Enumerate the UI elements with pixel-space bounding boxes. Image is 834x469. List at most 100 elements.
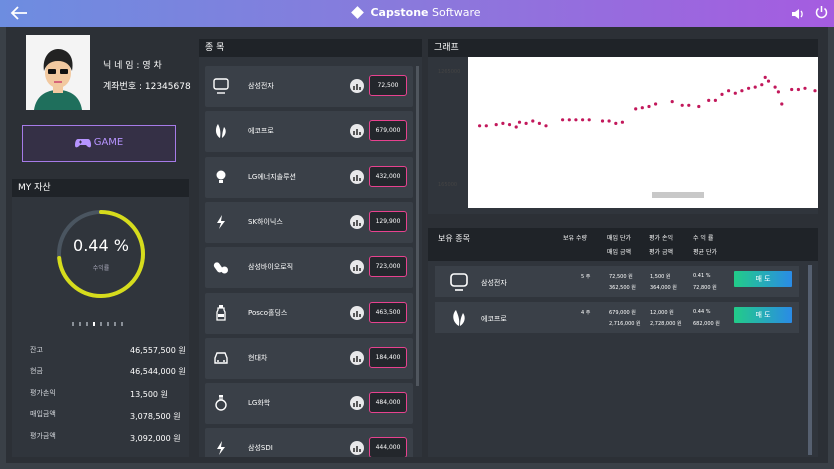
chart-point: [607, 119, 611, 123]
chart-point: [561, 118, 565, 122]
page-dot[interactable]: [100, 322, 102, 326]
stock-row[interactable]: 현대차 184,400: [205, 337, 413, 379]
chart-point: [634, 107, 638, 111]
col-avg-price: 평균 단가: [693, 249, 717, 256]
bottle-icon: [213, 304, 229, 321]
stock-price[interactable]: 463,500: [369, 301, 407, 323]
stock-list-header: 종 목: [199, 39, 422, 57]
stock-row[interactable]: 삼성전자 72,500: [205, 66, 413, 107]
volume-icon[interactable]: [791, 6, 805, 20]
stock-row[interactable]: 삼성SDI 444,000: [205, 428, 413, 457]
stock-price[interactable]: 129,900: [369, 210, 407, 232]
stock-row[interactable]: SK하이닉스 129,900: [205, 201, 413, 243]
my-assets-header: MY 자산: [12, 179, 189, 197]
badge-icon[interactable]: [350, 124, 364, 139]
page-dot[interactable]: [114, 322, 116, 326]
holding-qty: 4 주: [581, 310, 591, 316]
chart-point: [537, 121, 541, 125]
chart-point: [654, 102, 658, 106]
chart-point: [484, 124, 488, 128]
stock-row[interactable]: LG화학 484,000: [205, 383, 413, 425]
page-dot[interactable]: [121, 322, 123, 326]
chart-point: [544, 124, 548, 128]
stock-row[interactable]: 삼성바이오로직 723,000: [205, 247, 413, 289]
col-eval-amount: 평가 금액: [649, 249, 673, 256]
badge-icon[interactable]: [350, 79, 364, 93]
sell-button[interactable]: 매 도: [734, 271, 792, 287]
badge-icon[interactable]: [350, 260, 364, 275]
stock-price[interactable]: 679,000: [369, 120, 407, 142]
return-label: 수익률: [92, 265, 110, 272]
stock-list-panel: 종 목 삼성전자 72,500 에코프로 679,000 LG에너지솔루션 432,000…: [199, 39, 422, 457]
game-button[interactable]: GAME: [22, 125, 176, 162]
asset-label: 현금: [30, 367, 43, 375]
chart-point: [713, 98, 717, 102]
col-pl: 평가 손익: [649, 235, 673, 242]
stock-price[interactable]: 484,000: [369, 392, 407, 414]
chart-point: [687, 103, 691, 107]
page-dot[interactable]: [107, 322, 109, 326]
page-dot[interactable]: [79, 322, 81, 326]
holdings-scrollbar[interactable]: [808, 265, 812, 455]
holding-avg-price: 72,800 원: [693, 285, 717, 291]
holding-buy-amount: 2,716,000 원: [609, 321, 641, 327]
chart-svg: [478, 75, 834, 129]
chart-point: [766, 79, 771, 83]
chart-point: [776, 90, 780, 94]
badge-icon[interactable]: [350, 305, 364, 320]
stock-name: 삼성SDI: [248, 444, 273, 453]
holding-buy-price: 72,500 원: [609, 274, 633, 280]
stock-price[interactable]: 723,000: [369, 256, 407, 278]
holdings-title: 보유 종목: [438, 234, 470, 243]
chart-point: [600, 119, 605, 123]
chart-point: [587, 118, 591, 122]
chart-point: [514, 125, 518, 129]
chart-point: [531, 119, 535, 123]
stock-price[interactable]: 432,000: [369, 165, 407, 187]
logo-icon: [351, 5, 365, 19]
holdings-panel: [428, 228, 818, 457]
stock-price[interactable]: 444,000: [369, 437, 407, 457]
stock-name: Posco홀딩스: [248, 308, 288, 317]
col-rate: 수 익 률: [693, 235, 714, 242]
power-icon[interactable]: [814, 5, 829, 20]
price-chart: [468, 57, 834, 208]
badge-icon[interactable]: [350, 441, 364, 456]
holding-row[interactable]: 삼성전자 5 주 72,500 원 362,500 원 1,500 원 364,…: [435, 266, 799, 297]
chart-scrollbar[interactable]: [652, 192, 704, 198]
stock-price[interactable]: 184,400: [369, 346, 407, 368]
y-axis-top-label: 1265000: [438, 69, 461, 75]
graph-header: 그래프: [428, 39, 818, 57]
holding-row[interactable]: 에코프로 4 주 679,000 원 2,716,000 원 12,000 원 …: [435, 302, 799, 333]
stock-row[interactable]: LG에너지솔루션 432,000: [205, 156, 413, 198]
chart-point: [680, 103, 684, 107]
chart-point: [727, 89, 731, 93]
chart-point: [763, 75, 767, 79]
chart-point: [733, 91, 737, 95]
nickname: 닉 네 임 : 영 차: [103, 61, 162, 71]
stock-list-scrollbar[interactable]: [416, 66, 419, 386]
asset-label: 매입금액: [30, 410, 56, 418]
page-dot[interactable]: [72, 322, 74, 326]
lightning-icon: [213, 214, 229, 230]
holding-rate: 0.44 %: [693, 309, 711, 315]
badge-icon[interactable]: [350, 214, 364, 229]
chart-point: [760, 83, 764, 87]
stock-row[interactable]: 에코프로 679,000: [205, 111, 413, 153]
stock-row[interactable]: Posco홀딩스 463,500: [205, 292, 413, 334]
page-dot[interactable]: [86, 322, 88, 326]
badge-icon[interactable]: [350, 169, 364, 184]
holding-buy-price: 679,000 원: [609, 310, 636, 316]
badge-icon[interactable]: [350, 350, 364, 365]
stock-name: 삼성전자: [248, 82, 274, 90]
monitor-icon: [213, 78, 229, 94]
chart-point: [581, 118, 585, 122]
stock-name: LG화학: [248, 399, 271, 408]
sell-button[interactable]: 매 도: [734, 307, 792, 323]
page-dot-active[interactable]: [93, 322, 95, 326]
chart-point: [803, 86, 807, 90]
badge-icon[interactable]: [350, 396, 364, 411]
stock-price[interactable]: 72,500: [369, 75, 407, 96]
car-icon: [213, 350, 229, 366]
chart-point: [753, 85, 757, 89]
